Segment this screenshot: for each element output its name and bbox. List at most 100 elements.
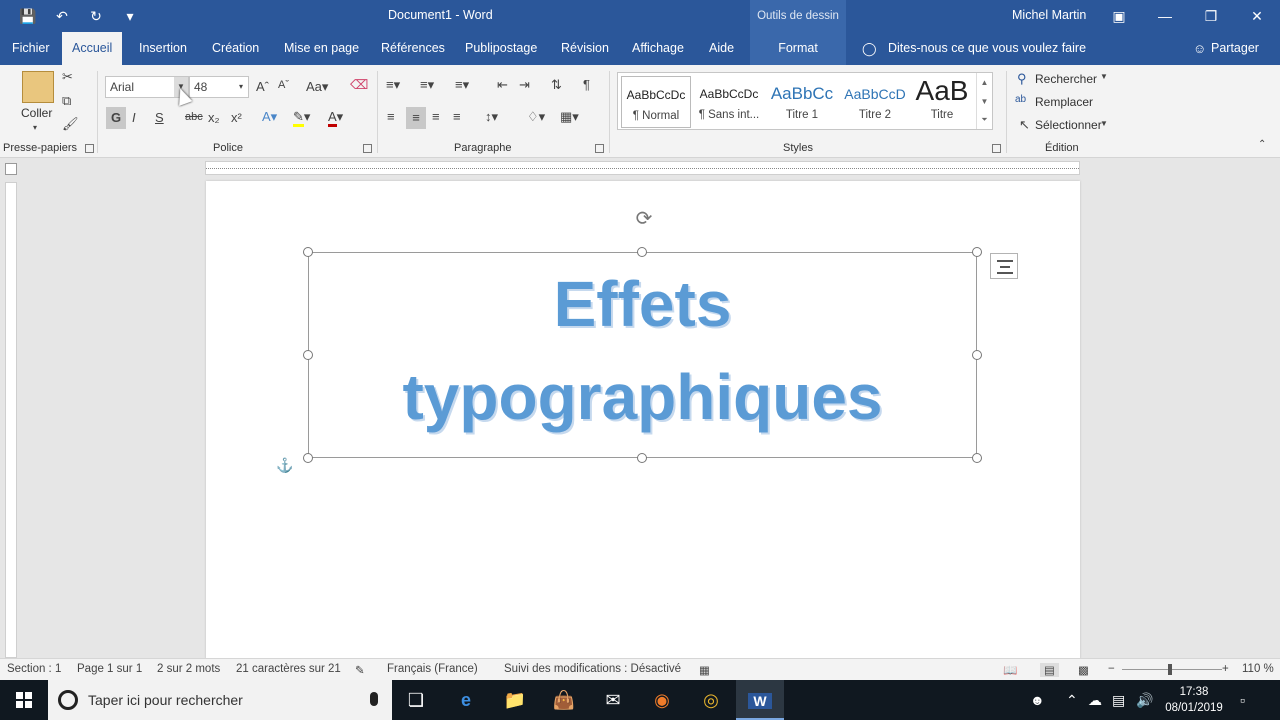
styles-gallery-scroll[interactable]: ▲ ▼ ⏷ xyxy=(976,73,992,129)
chrome-icon[interactable]: ◎ xyxy=(687,680,735,720)
paste-dropdown-icon[interactable]: ▾ xyxy=(33,123,37,132)
minimize-icon[interactable]: — xyxy=(1142,0,1188,32)
styles-launcher-icon[interactable] xyxy=(992,144,1001,153)
ribbon-display-icon[interactable]: ▣ xyxy=(1096,0,1142,32)
grow-font-icon[interactable]: Aˆ xyxy=(256,79,269,94)
mail-icon[interactable]: ✉ xyxy=(589,680,637,720)
superscript-button[interactable]: x² xyxy=(231,110,242,125)
collapse-ribbon-icon[interactable]: ⌃ xyxy=(1258,139,1266,150)
tab-publipostage[interactable]: Publipostage xyxy=(455,32,547,65)
borders-icon[interactable]: ▦▾ xyxy=(560,109,579,125)
status-words[interactable]: 2 sur 2 mots xyxy=(157,663,220,675)
align-center-icon[interactable]: ≡ xyxy=(406,107,426,129)
resize-handle[interactable] xyxy=(637,453,647,463)
font-color-icon[interactable]: A▾ xyxy=(328,109,343,127)
align-left-icon[interactable]: ≡ xyxy=(387,109,395,124)
tab-references[interactable]: Références xyxy=(371,32,455,65)
style-heading-1[interactable]: AaBbCc Titre 1 xyxy=(767,76,837,128)
tab-selector[interactable] xyxy=(5,163,17,175)
resize-handle[interactable] xyxy=(972,247,982,257)
copy-icon[interactable]: ⧉ xyxy=(62,93,71,109)
tab-affichage[interactable]: Affichage xyxy=(622,32,694,65)
tab-format[interactable]: Format xyxy=(750,32,846,65)
bold-button[interactable]: G xyxy=(106,107,126,129)
multilevel-list-icon[interactable]: ≡▾ xyxy=(455,77,469,93)
resize-handle[interactable] xyxy=(972,453,982,463)
horizontal-ruler[interactable] xyxy=(205,161,1080,175)
close-icon[interactable]: ✕ xyxy=(1234,0,1280,32)
zoom-in-icon[interactable]: + xyxy=(1222,663,1229,675)
tell-me-search[interactable]: Dites-nous ce que vous voulez faire xyxy=(888,32,1086,65)
wordart-line-1[interactable]: Effets xyxy=(308,258,977,351)
web-layout-icon[interactable]: ▩ xyxy=(1078,663,1089,677)
line-spacing-icon[interactable]: ↕▾ xyxy=(485,109,498,125)
store-icon[interactable]: 👜 xyxy=(540,680,588,720)
decrease-indent-icon[interactable]: ⇤ xyxy=(497,77,508,93)
proofing-icon[interactable]: ✎ xyxy=(355,663,365,677)
increase-indent-icon[interactable]: ⇥ xyxy=(519,77,530,93)
restore-icon[interactable]: ❐ xyxy=(1188,0,1234,32)
resize-handle[interactable] xyxy=(637,247,647,257)
clipboard-launcher-icon[interactable] xyxy=(85,144,94,153)
paste-button[interactable]: Coller xyxy=(21,106,52,120)
bullets-icon[interactable]: ≡▾ xyxy=(386,77,400,93)
edge-icon[interactable]: e xyxy=(442,680,490,720)
subscript-button[interactable]: x₂ xyxy=(208,110,220,125)
zoom-out-icon[interactable]: − xyxy=(1108,663,1115,675)
status-language[interactable]: Français (France) xyxy=(387,663,478,675)
sort-icon[interactable]: ⇅ xyxy=(551,77,562,93)
chevron-up-icon[interactable]: ⌃ xyxy=(1066,680,1078,720)
firefox-icon[interactable]: ◉ xyxy=(638,680,686,720)
shading-icon[interactable]: ♢▾ xyxy=(527,109,545,125)
task-view-icon[interactable]: ❏ xyxy=(392,680,440,720)
status-page[interactable]: Page 1 sur 1 xyxy=(77,663,142,675)
tab-mise-en-page[interactable]: Mise en page xyxy=(274,32,369,65)
rotate-handle-icon[interactable]: ⟳ xyxy=(632,207,656,231)
chevron-down-icon[interactable]: ▼ xyxy=(1100,72,1108,81)
style-normal[interactable]: AaBbCcDc ¶ Normal xyxy=(621,76,691,128)
save-icon[interactable]: 💾 xyxy=(18,6,38,26)
print-layout-icon[interactable]: ▤ xyxy=(1040,663,1059,677)
word-icon[interactable]: W xyxy=(736,680,784,720)
start-button[interactable] xyxy=(0,680,48,720)
resize-handle[interactable] xyxy=(303,453,313,463)
tab-fichier[interactable]: Fichier xyxy=(2,32,60,65)
underline-button[interactable]: S xyxy=(155,110,164,125)
people-icon[interactable]: ☻ xyxy=(1030,680,1045,720)
style-title[interactable]: AaB Titre xyxy=(907,76,977,128)
chevron-down-icon[interactable]: ▾ xyxy=(234,77,248,97)
microphone-icon[interactable] xyxy=(370,692,378,706)
zoom-slider[interactable] xyxy=(1122,669,1222,670)
taskbar-search[interactable]: Taper ici pour rechercher xyxy=(48,680,392,720)
tab-insertion[interactable]: Insertion xyxy=(129,32,197,65)
wordart-text[interactable]: Effets typographiques xyxy=(308,258,977,444)
status-track-changes[interactable]: Suivi des modifications : Désactivé xyxy=(504,663,681,675)
font-size-combo[interactable]: 48 ▾ xyxy=(189,76,249,98)
show-marks-icon[interactable]: ¶ xyxy=(583,77,590,92)
clear-formatting-icon[interactable]: ⌫ xyxy=(350,77,368,93)
chevron-up-icon[interactable]: ▲ xyxy=(977,73,992,92)
layout-options-button[interactable] xyxy=(990,253,1018,279)
status-characters[interactable]: 21 caractères sur 21 xyxy=(236,663,341,675)
change-case-icon[interactable]: Aa▾ xyxy=(306,79,328,95)
format-painter-icon[interactable]: 🖌 xyxy=(62,116,79,132)
wordart-line-2[interactable]: typographiques xyxy=(308,351,977,444)
status-section[interactable]: Section : 1 xyxy=(7,663,61,675)
zoom-slider-thumb[interactable] xyxy=(1168,664,1172,675)
justify-icon[interactable]: ≡ xyxy=(453,109,461,124)
italic-button[interactable]: I xyxy=(132,110,136,125)
taskbar-clock[interactable]: 17:38 08/01/2019 xyxy=(1158,684,1230,716)
chevron-down-icon[interactable]: ▼ xyxy=(977,92,992,111)
paragraph-launcher-icon[interactable] xyxy=(595,144,604,153)
status-zoom[interactable]: 110 % xyxy=(1242,663,1274,675)
vertical-ruler[interactable] xyxy=(5,182,17,658)
style-heading-2[interactable]: AaBbCcD Titre 2 xyxy=(840,76,910,128)
share-button[interactable]: Partager xyxy=(1211,32,1259,65)
chevron-down-icon[interactable]: ▼ xyxy=(1100,119,1108,128)
text-effects-icon[interactable]: A▾ xyxy=(262,109,277,125)
macro-icon[interactable]: ▦ xyxy=(699,663,710,677)
paste-icon[interactable] xyxy=(22,71,54,103)
strikethrough-button[interactable]: abc xyxy=(185,111,203,123)
redo-icon[interactable]: ↻ xyxy=(86,6,106,26)
tab-creation[interactable]: Création xyxy=(202,32,269,65)
